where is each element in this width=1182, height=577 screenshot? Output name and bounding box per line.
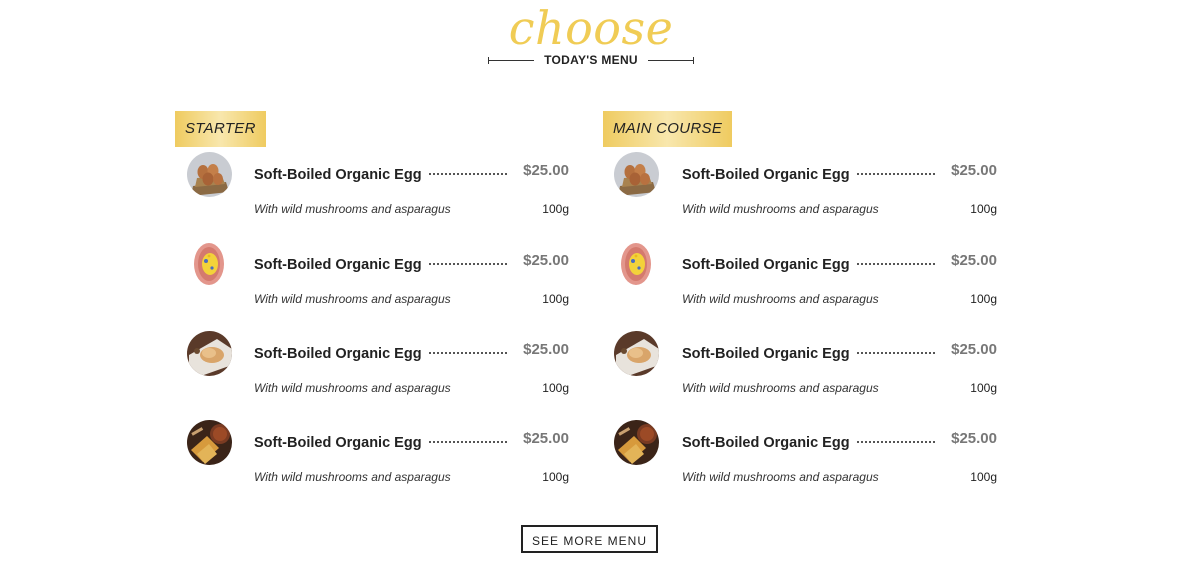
item-price: $25.00 [951, 252, 997, 269]
dotted-leader [857, 352, 935, 354]
item-name: Soft-Boiled Organic Egg [254, 346, 422, 362]
item-weight: 100g [542, 381, 569, 395]
item-name: Soft-Boiled Organic Egg [254, 257, 422, 273]
omelette-plate-image [614, 242, 659, 287]
dotted-leader [857, 263, 935, 265]
item-description: With wild mushrooms and asparagus [254, 470, 451, 484]
item-description: With wild mushrooms and asparagus [254, 381, 451, 395]
item-price: $25.00 [951, 341, 997, 358]
item-name: Soft-Boiled Organic Egg [682, 435, 850, 451]
dotted-leader [429, 352, 507, 354]
dotted-leader [429, 441, 507, 443]
category-tag-main-course: MAIN COURSE [603, 111, 733, 147]
item-description: With wild mushrooms and asparagus [682, 292, 879, 306]
category-tag-starter: STARTER [175, 111, 266, 147]
item-price: $25.00 [523, 341, 569, 358]
item-weight: 100g [970, 470, 997, 484]
item-description: With wild mushrooms and asparagus [682, 202, 879, 216]
item-description: With wild mushrooms and asparagus [254, 202, 451, 216]
item-description: With wild mushrooms and asparagus [254, 292, 451, 306]
menu-item[interactable]: Soft-Boiled Organic Egg $25.00 With wild… [175, 420, 569, 510]
item-name: Soft-Boiled Organic Egg [682, 257, 850, 273]
item-name: Soft-Boiled Organic Egg [682, 346, 850, 362]
subtitle-row: TODAY'S MENU [0, 50, 1182, 70]
see-more-menu-button[interactable]: SEE MORE MENU [521, 525, 658, 553]
todays-menu-subtitle: TODAY'S MENU [544, 53, 638, 67]
item-price: $25.00 [523, 430, 569, 447]
omelette-plate-image [187, 242, 232, 287]
main-course-column: MAIN COURSE Soft-Boiled Organic Egg $25.… [603, 111, 997, 484]
item-description: With wild mushrooms and asparagus [682, 381, 879, 395]
left-divider [488, 56, 535, 64]
section-heading: choose TODAY'S MENU [0, 0, 1182, 80]
item-weight: 100g [542, 470, 569, 484]
dotted-leader [857, 441, 935, 443]
item-price: $25.00 [951, 162, 997, 179]
script-title: choose [508, 1, 674, 55]
dotted-leader [857, 173, 935, 175]
menu-item[interactable]: Soft-Boiled Organic Egg $25.00 With wild… [603, 152, 997, 242]
item-weight: 100g [970, 381, 997, 395]
menu-item[interactable]: Soft-Boiled Organic Egg $25.00 With wild… [175, 242, 569, 332]
item-price: $25.00 [951, 430, 997, 447]
menu-item[interactable]: Soft-Boiled Organic Egg $25.00 With wild… [175, 152, 569, 242]
dotted-leader [429, 263, 507, 265]
item-price: $25.00 [523, 252, 569, 269]
menu-item[interactable]: Soft-Boiled Organic Egg $25.00 With wild… [603, 242, 997, 332]
item-price: $25.00 [523, 162, 569, 179]
toast-tea-image [187, 420, 232, 465]
item-weight: 100g [970, 292, 997, 306]
eggs-basket-image [614, 152, 659, 197]
dotted-leader [429, 173, 507, 175]
item-name: Soft-Boiled Organic Egg [254, 167, 422, 183]
starter-column: STARTER Soft-Boiled Organic Egg $25.00 W… [175, 111, 569, 484]
pastry-plate-image [187, 331, 232, 376]
item-weight: 100g [542, 292, 569, 306]
eggs-basket-image [187, 152, 232, 197]
pastry-plate-image [614, 331, 659, 376]
item-name: Soft-Boiled Organic Egg [254, 435, 422, 451]
menu-item[interactable]: Soft-Boiled Organic Egg $25.00 With wild… [603, 420, 997, 510]
toast-tea-image [614, 420, 659, 465]
item-description: With wild mushrooms and asparagus [682, 470, 879, 484]
item-weight: 100g [970, 202, 997, 216]
menu-item[interactable]: Soft-Boiled Organic Egg $25.00 With wild… [175, 331, 569, 421]
item-weight: 100g [542, 202, 569, 216]
right-divider [647, 56, 694, 64]
menu-item[interactable]: Soft-Boiled Organic Egg $25.00 With wild… [603, 331, 997, 421]
item-name: Soft-Boiled Organic Egg [682, 167, 850, 183]
